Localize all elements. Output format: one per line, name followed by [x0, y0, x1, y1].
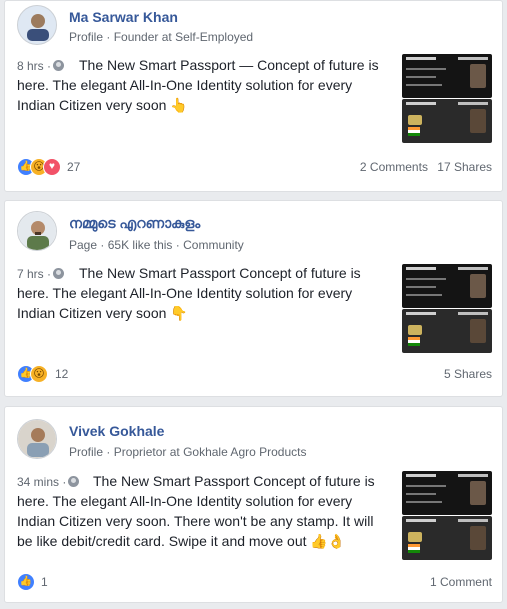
author-subtitle: Page · 65K like this · Community	[69, 238, 244, 252]
post-header: നമ്മുടെ എറണാകുളം Page · 65K like this · …	[17, 201, 487, 252]
news-feed: Ma Sarwar Khan Profile · Founder at Self…	[0, 0, 507, 609]
post-text: The New Smart Passport Concept of future…	[17, 473, 375, 549]
reaction-count[interactable]: 12	[55, 367, 68, 381]
post-card: Vivek Gokhale Profile · Proprietor at Go…	[4, 406, 503, 603]
profile-type: Profile	[69, 445, 104, 459]
avatar-photo	[18, 6, 56, 44]
like-icon[interactable]: 👍	[17, 573, 35, 591]
passport-image[interactable]	[402, 54, 492, 144]
shares-link[interactable]: 17 Shares	[437, 160, 492, 174]
passport-card-back	[402, 516, 492, 560]
shares-link[interactable]: 5 Shares	[444, 367, 492, 381]
reaction-count[interactable]: 1	[41, 575, 48, 589]
profile-type: Page	[69, 238, 98, 252]
post-text: The New Smart Passport — Concept of futu…	[17, 57, 379, 113]
author-name[interactable]: Vivek Gokhale	[69, 423, 164, 439]
author-subtitle: Profile · Founder at Self-Employed	[69, 30, 254, 44]
avatar[interactable]	[17, 211, 57, 251]
passport-image[interactable]	[402, 471, 492, 561]
avatar-photo	[18, 420, 56, 458]
passport-card-front	[402, 54, 492, 98]
wow-icon[interactable]: 😮	[30, 365, 48, 383]
avatar[interactable]	[17, 419, 57, 459]
comments-link[interactable]: 2 Comments	[360, 160, 428, 174]
reactions-row: 👍 1 1 Comment	[17, 573, 492, 591]
passport-card-front	[402, 471, 492, 515]
passport-card-front	[402, 264, 492, 308]
profile-headline: Proprietor at Gokhale Agro Products	[113, 445, 307, 459]
comments-link[interactable]: 1 Comment	[430, 575, 492, 589]
post-text: The New Smart Passport Concept of future…	[17, 265, 361, 321]
avatar-photo	[18, 212, 56, 250]
passport-card-back	[402, 309, 492, 353]
profile-type: Profile	[69, 30, 104, 44]
emoji: 👆	[170, 97, 188, 113]
reactions-row: 👍 😮 ♥ 27 2 Comments 17 Shares	[17, 158, 492, 176]
love-icon[interactable]: ♥	[43, 158, 61, 176]
passport-image[interactable]	[402, 264, 492, 354]
page-likes: 65K like this	[107, 238, 173, 252]
author-name[interactable]: നമ്മുടെ എറണാകുളം	[69, 215, 200, 232]
author-subtitle: Profile · Proprietor at Gokhale Agro Pro…	[69, 445, 307, 459]
page-category: Community	[183, 238, 244, 252]
profile-headline: Founder at Self-Employed	[113, 30, 254, 44]
engagement-stats: 1 Comment	[424, 575, 492, 589]
post-header: Ma Sarwar Khan Profile · Founder at Self…	[17, 1, 487, 49]
reactions-row: 👍 😮 12 5 Shares	[17, 365, 492, 383]
post-header: Vivek Gokhale Profile · Proprietor at Go…	[17, 407, 487, 459]
engagement-stats: 2 Comments 17 Shares	[354, 160, 492, 174]
post-card: നമ്മുടെ എറണാകുളം Page · 65K like this · …	[4, 200, 503, 397]
reaction-count[interactable]: 27	[67, 160, 80, 174]
engagement-stats: 5 Shares	[438, 367, 492, 381]
emoji: 👍👌	[310, 533, 346, 549]
passport-card-back	[402, 99, 492, 143]
emoji: 👇	[170, 305, 188, 321]
avatar[interactable]	[17, 5, 57, 45]
post-card: Ma Sarwar Khan Profile · Founder at Self…	[4, 0, 503, 192]
author-name[interactable]: Ma Sarwar Khan	[69, 9, 178, 25]
